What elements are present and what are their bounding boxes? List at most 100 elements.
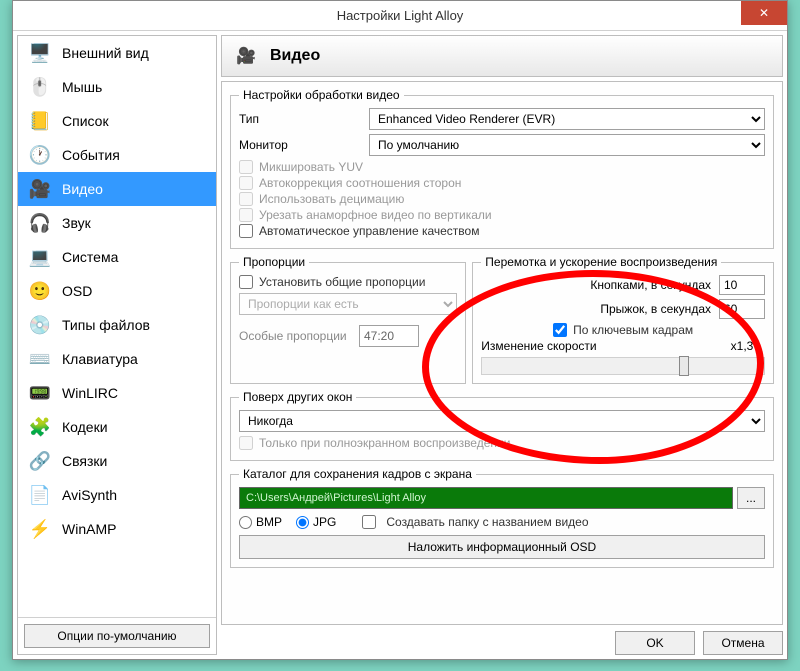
group-legend: Пропорции <box>239 255 309 269</box>
sidebar-item-icon: 🔗 <box>26 447 54 475</box>
sidebar-item[interactable]: 📟 WinLIRC <box>18 376 216 410</box>
sidebar-item-icon: 📟 <box>26 379 54 407</box>
sidebar-item[interactable]: 📄 AviSynth <box>18 478 216 512</box>
sidebar-item-icon: 💻 <box>26 243 54 271</box>
proportions-group: Пропорции Установить общие пропорции Про… <box>230 255 466 384</box>
sidebar-item[interactable]: 💿Типы файлов <box>18 308 216 342</box>
group-legend: Каталог для сохранения кадров с экрана <box>239 467 476 481</box>
sidebar-item[interactable]: 🎥 Видео <box>18 172 216 206</box>
sidebar-item[interactable]: ⌨️ Клавиатура <box>18 342 216 376</box>
special-prop-input <box>359 325 419 347</box>
sidebar-item[interactable]: ⚡ WinAMP <box>18 512 216 546</box>
jpg-radio-label[interactable]: JPG <box>296 515 336 529</box>
sidebar-item[interactable]: 🖱️ Мышь <box>18 70 216 104</box>
sidebar-item-label: Связки <box>62 453 107 469</box>
video-processing-group: Настройки обработки видео Тип Enhanced V… <box>230 88 774 249</box>
sidebar-item-label: WinAMP <box>62 521 116 537</box>
group-legend: Перемотка и ускорение воспроизведения <box>481 255 721 269</box>
section-header: 🎥 Видео <box>221 35 783 77</box>
sidebar: 🖥️ Внешний вид 🖱️ Мышь 📒 Список 🕐 События 🎥 Видео… <box>17 35 217 655</box>
sidebar-item[interactable]: 🔗 Связки <box>18 444 216 478</box>
mix-yuv-checkbox <box>239 160 253 174</box>
close-button[interactable]: ✕ <box>741 1 787 25</box>
sidebar-item-icon: 🖱️ <box>26 73 54 101</box>
sidebar-item-icon: 📄 <box>26 481 54 509</box>
sidebar-item[interactable]: 🕐 События <box>18 138 216 172</box>
renderer-select[interactable]: Enhanced Video Renderer (EVR) <box>369 108 765 130</box>
sidebar-item-label: Внешний вид <box>62 45 149 61</box>
create-folder-label[interactable]: Создавать папку с названием видео <box>362 515 588 529</box>
titlebar: Настройки Light Alloy ✕ <box>13 1 787 31</box>
sidebar-item[interactable]: 💻 Система <box>18 240 216 274</box>
browse-button[interactable]: ... <box>737 487 765 509</box>
sidebar-item-label: OSD <box>62 283 92 299</box>
jump-sec-input[interactable] <box>719 299 765 319</box>
sidebar-item[interactable]: 🙂 OSD <box>18 274 216 308</box>
autocorr-checkbox <box>239 176 253 190</box>
sidebar-item[interactable]: 🖥️ Внешний вид <box>18 36 216 70</box>
buttons-sec-input[interactable] <box>719 275 765 295</box>
camcorder-icon: 🎥 <box>232 42 260 70</box>
jpg-radio[interactable] <box>296 516 309 529</box>
settings-window: Настройки Light Alloy ✕ 🖥️ Внешний вид 🖱️ М… <box>12 0 788 660</box>
sidebar-item-icon: 🕐 <box>26 141 54 169</box>
sidebar-item-label: WinLIRC <box>62 385 118 401</box>
speed-value: x1,3 <box>719 339 765 353</box>
type-label: Тип <box>239 112 369 126</box>
sidebar-item-icon: ⌨️ <box>26 345 54 373</box>
special-prop-label: Особые пропорции <box>239 329 359 343</box>
sidebar-item[interactable]: 🧩 Кодеки <box>18 410 216 444</box>
sidebar-item-icon: 🙂 <box>26 277 54 305</box>
sidebar-item-icon: ⚡ <box>26 515 54 543</box>
window-title: Настройки Light Alloy <box>13 8 787 23</box>
sidebar-item-label: AviSynth <box>62 487 117 503</box>
sidebar-item-label: Система <box>62 249 118 265</box>
content-area: 🎥 Видео Настройки обработки видео Тип En… <box>221 35 783 655</box>
bmp-radio-label[interactable]: BMP <box>239 515 282 529</box>
monitor-select[interactable]: По умолчанию <box>369 134 765 156</box>
sidebar-item-icon: 🎧 <box>26 209 54 237</box>
buttons-sec-label: Кнопками, в секундах <box>481 278 711 292</box>
sidebar-item[interactable]: 🎧 Звук <box>18 206 216 240</box>
fullscreen-only-checkbox <box>239 436 253 450</box>
sidebar-item-label: Клавиатура <box>62 351 138 367</box>
jump-sec-label: Прыжок, в секундах <box>481 302 711 316</box>
proportions-select: Пропорции как есть <box>239 293 457 315</box>
defaults-button[interactable]: Опции по-умолчанию <box>24 624 210 648</box>
sidebar-item-label: Типы файлов <box>62 317 150 333</box>
crop-anam-checkbox <box>239 208 253 222</box>
sidebar-item-icon: 🖥️ <box>26 39 54 67</box>
sidebar-item-label: Кодеки <box>62 419 108 435</box>
speed-label: Изменение скорости <box>481 339 711 353</box>
ok-button[interactable]: OK <box>615 631 695 655</box>
keyframes-checkbox[interactable] <box>553 323 567 337</box>
monitor-label: Монитор <box>239 138 369 152</box>
sidebar-item-icon: 🧩 <box>26 413 54 441</box>
sidebar-item-icon: 📒 <box>26 107 54 135</box>
sidebar-item-label: Видео <box>62 181 103 197</box>
sidebar-item-label: Звук <box>62 215 91 231</box>
ontop-group: Поверх других окон Никогда Только при по… <box>230 390 774 461</box>
sidebar-item-icon: 🎥 <box>26 175 54 203</box>
section-title: Видео <box>270 47 320 65</box>
sidebar-item-label: События <box>62 147 120 163</box>
auto-quality-checkbox[interactable] <box>239 224 253 238</box>
seek-speed-group: Перемотка и ускорение воспроизведения Кн… <box>472 255 774 384</box>
sidebar-item[interactable]: 📒 Список <box>18 104 216 138</box>
group-legend: Поверх других окон <box>239 390 356 404</box>
cancel-button[interactable]: Отмена <box>703 631 783 655</box>
speed-slider[interactable] <box>481 357 765 375</box>
sidebar-item-label: Список <box>62 113 109 129</box>
create-folder-checkbox[interactable] <box>362 515 376 529</box>
sidebar-item-label: Мышь <box>62 79 102 95</box>
group-legend: Настройки обработки видео <box>239 88 404 102</box>
ontop-select[interactable]: Никогда <box>239 410 765 432</box>
snapshot-group: Каталог для сохранения кадров с экрана .… <box>230 467 774 568</box>
bmp-radio[interactable] <box>239 516 252 529</box>
overlay-osd-button[interactable]: Наложить информационный OSD <box>239 535 765 559</box>
close-icon: ✕ <box>759 6 769 20</box>
set-common-prop-checkbox[interactable] <box>239 275 253 289</box>
decimation-checkbox <box>239 192 253 206</box>
snapshot-path-input[interactable] <box>239 487 733 509</box>
dialog-footer: OK Отмена <box>221 631 783 655</box>
